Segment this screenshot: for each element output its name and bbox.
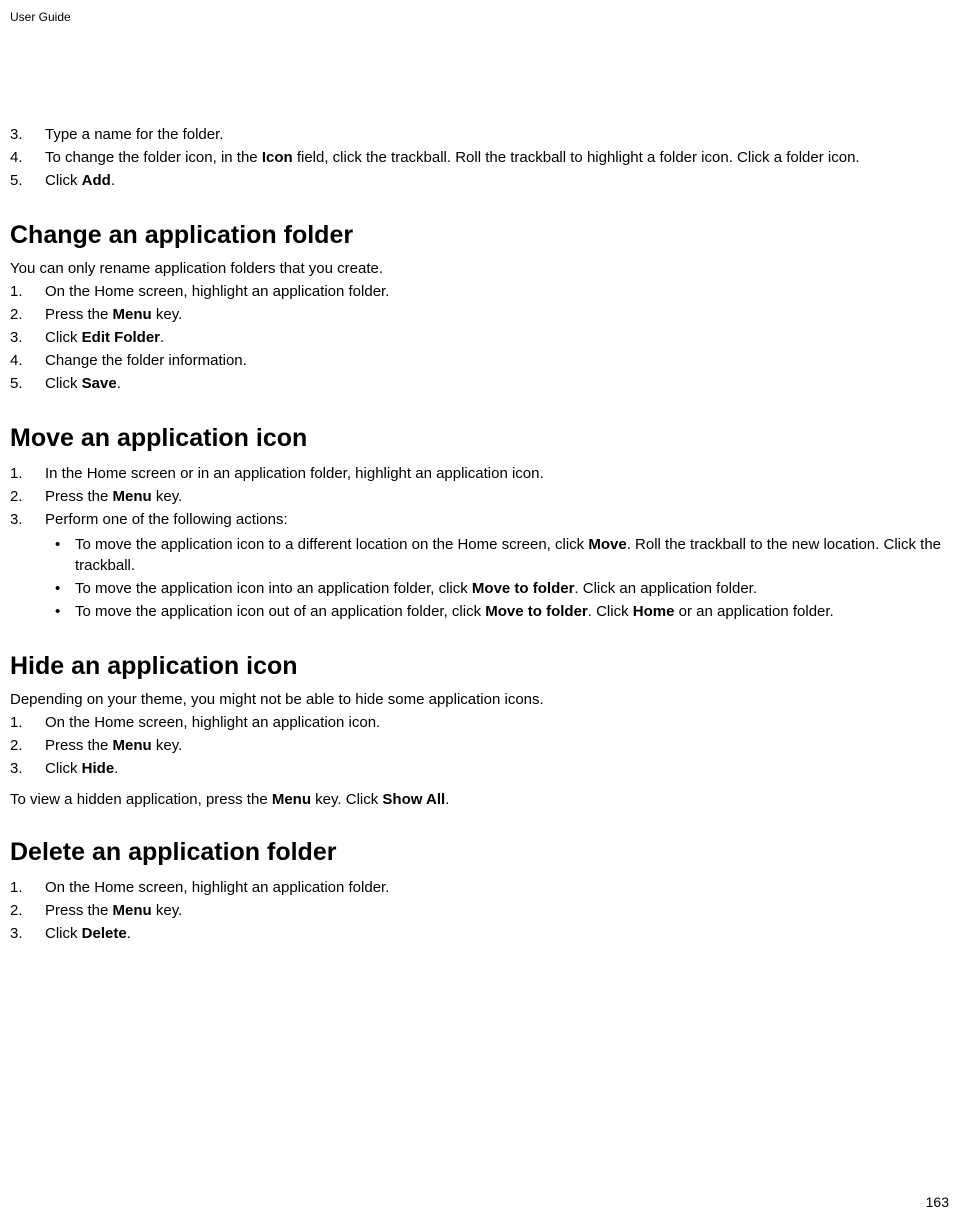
section-heading: Hide an application icon — [10, 652, 958, 681]
bold-term: Menu — [113, 902, 152, 919]
page-number: 163 — [926, 1194, 949, 1210]
list-item: On the Home screen, highlight an applica… — [10, 877, 958, 898]
section-outro: To view a hidden application, press the … — [10, 791, 958, 808]
sub-bullet-list: To move the application icon to a differ… — [45, 534, 958, 622]
list-item: Click Save. — [10, 373, 958, 394]
step-text: field, click the trackball. Roll the tra… — [293, 149, 860, 166]
steps-list: On the Home screen, highlight an applica… — [10, 877, 958, 944]
list-item: Change the folder information. — [10, 350, 958, 371]
step-text: Press the — [45, 902, 113, 919]
section-heading: Move an application icon — [10, 424, 958, 453]
bullet-text: or an application folder. — [674, 603, 833, 620]
list-item: Click Edit Folder. — [10, 327, 958, 348]
bold-term: Menu — [113, 737, 152, 754]
list-item: Press the Menu key. — [10, 735, 958, 756]
step-text: Click — [45, 172, 82, 189]
list-item: To move the application icon to a differ… — [45, 534, 958, 576]
page-content: Type a name for the folder. To change th… — [10, 124, 958, 944]
bold-term: Move to folder — [485, 603, 588, 620]
list-item: Press the Menu key. — [10, 900, 958, 921]
bullet-text: . Click an application folder. — [574, 580, 757, 597]
step-text: On the Home screen, highlight an applica… — [45, 879, 389, 896]
list-item: To move the application icon into an app… — [45, 578, 958, 599]
intro-steps-list: Type a name for the folder. To change th… — [10, 124, 958, 191]
bold-term: Menu — [272, 791, 311, 808]
bold-term: Save — [82, 375, 117, 392]
step-text: Press the — [45, 488, 113, 505]
step-text: Perform one of the following actions: — [45, 511, 288, 528]
step-text: Change the folder information. — [45, 352, 247, 369]
step-text: On the Home screen, highlight an applica… — [45, 283, 389, 300]
list-item: To move the application icon out of an a… — [45, 601, 958, 622]
list-item: On the Home screen, highlight an applica… — [10, 281, 958, 302]
section-heading: Change an application folder — [10, 221, 958, 250]
step-text: Click — [45, 925, 82, 942]
step-text: key. — [152, 488, 183, 505]
outro-text: To view a hidden application, press the — [10, 791, 272, 808]
step-text: Click — [45, 329, 82, 346]
bold-term: Edit Folder — [82, 329, 160, 346]
list-item: To change the folder icon, in the Icon f… — [10, 147, 958, 168]
bold-term: Icon — [262, 149, 293, 166]
step-text: key. — [152, 737, 183, 754]
page-header: User Guide — [10, 10, 958, 24]
list-item: On the Home screen, highlight an applica… — [10, 712, 958, 733]
bullet-text: To move the application icon to a differ… — [75, 536, 588, 553]
step-text: . — [111, 172, 115, 189]
step-text: Type a name for the folder. — [45, 126, 223, 143]
steps-list: On the Home screen, highlight an applica… — [10, 712, 958, 779]
step-text: Press the — [45, 737, 113, 754]
step-text: Click — [45, 375, 82, 392]
bold-term: Hide — [82, 760, 115, 777]
bold-term: Home — [633, 603, 675, 620]
section-heading: Delete an application folder — [10, 838, 958, 867]
step-text: key. — [152, 306, 183, 323]
step-text: key. — [152, 902, 183, 919]
step-text: . — [160, 329, 164, 346]
step-text: . — [117, 375, 121, 392]
bold-term: Move — [588, 536, 626, 553]
bold-term: Menu — [113, 488, 152, 505]
step-text: On the Home screen, highlight an applica… — [45, 714, 380, 731]
bullet-text: To move the application icon out of an a… — [75, 603, 485, 620]
list-item: In the Home screen or in an application … — [10, 463, 958, 484]
list-item: Press the Menu key. — [10, 304, 958, 325]
list-item: Click Add. — [10, 170, 958, 191]
bold-term: Add — [82, 172, 111, 189]
bold-term: Show All — [382, 791, 445, 808]
section-intro: You can only rename application folders … — [10, 260, 958, 277]
bold-term: Menu — [113, 306, 152, 323]
list-item: Perform one of the following actions: To… — [10, 509, 958, 622]
steps-list: In the Home screen or in an application … — [10, 463, 958, 622]
bullet-text: . Click — [588, 603, 633, 620]
outro-text: . — [445, 791, 449, 808]
list-item: Type a name for the folder. — [10, 124, 958, 145]
list-item: Press the Menu key. — [10, 486, 958, 507]
list-item: Click Hide. — [10, 758, 958, 779]
bold-term: Move to folder — [472, 580, 575, 597]
bold-term: Delete — [82, 925, 127, 942]
step-text: Press the — [45, 306, 113, 323]
list-item: Click Delete. — [10, 923, 958, 944]
outro-text: key. Click — [311, 791, 382, 808]
step-text: To change the folder icon, in the — [45, 149, 262, 166]
steps-list: On the Home screen, highlight an applica… — [10, 281, 958, 394]
step-text: . — [127, 925, 131, 942]
section-intro: Depending on your theme, you might not b… — [10, 691, 958, 708]
bullet-text: To move the application icon into an app… — [75, 580, 472, 597]
step-text: In the Home screen or in an application … — [45, 465, 544, 482]
step-text: . — [114, 760, 118, 777]
step-text: Click — [45, 760, 82, 777]
